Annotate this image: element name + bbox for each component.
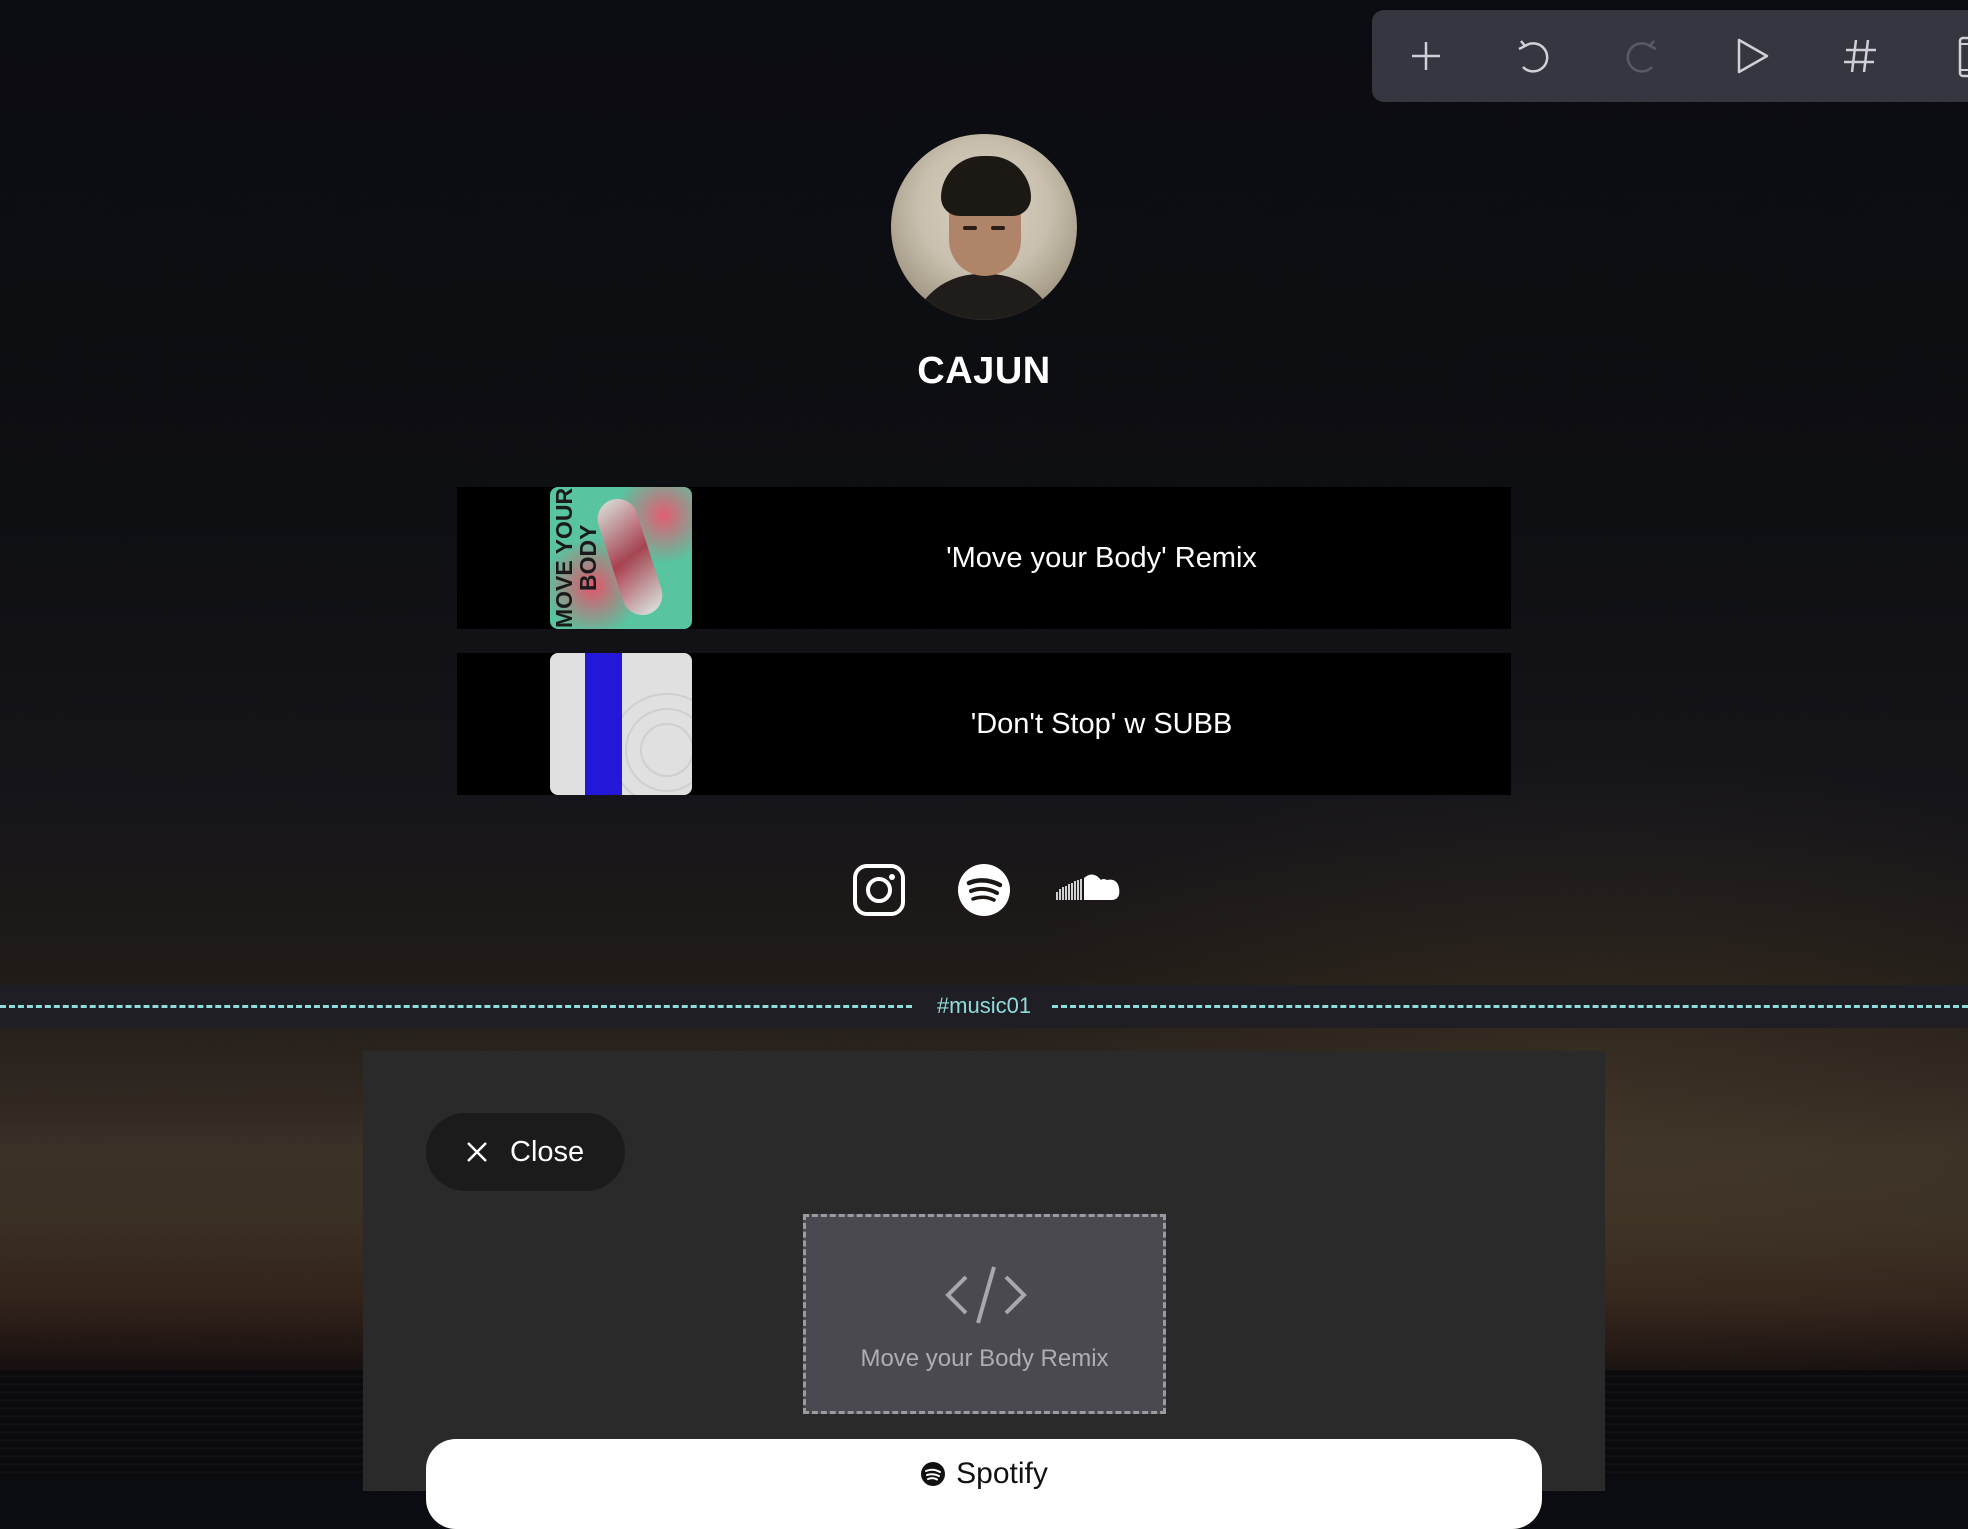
- spotify-button-label: Spotify: [956, 1457, 1048, 1490]
- spotify-icon: [958, 864, 1010, 916]
- spotify-button[interactable]: Spotify: [426, 1439, 1542, 1529]
- link-item-move-your-body[interactable]: MOVE YOUR BODY 'Move your Body' Remix: [457, 487, 1511, 629]
- embed-placeholder[interactable]: Move your Body Remix: [803, 1214, 1166, 1414]
- embed-caption: Move your Body Remix: [860, 1345, 1109, 1372]
- soundcloud-link[interactable]: [1055, 862, 1123, 918]
- device-icon: [1958, 36, 1968, 78]
- code-icon: [945, 1266, 1027, 1324]
- hash-icon: [1844, 39, 1876, 73]
- spotify-icon: [921, 1462, 946, 1486]
- divider-line-right: [1052, 1005, 1968, 1008]
- instagram-icon: [853, 864, 905, 916]
- link-label: 'Don't Stop' w SUBB: [970, 708, 1233, 740]
- redo-icon: [1626, 40, 1657, 73]
- soundcloud-icon: [1056, 874, 1120, 900]
- section-divider: #music01: [0, 985, 1968, 1028]
- link-label: 'Move your Body' Remix: [946, 542, 1257, 574]
- dont-stop-cover: [550, 653, 692, 795]
- plus-icon: [1412, 42, 1440, 70]
- undo-button[interactable]: [1509, 32, 1557, 80]
- device-button[interactable]: [1944, 32, 1968, 80]
- play-icon: [1737, 38, 1769, 74]
- undo-icon: [1518, 40, 1549, 73]
- instagram-link[interactable]: [851, 862, 907, 918]
- preview-button[interactable]: [1727, 32, 1775, 80]
- move-your-body-cover: MOVE YOUR BODY: [550, 487, 692, 629]
- music-section-panel: Close Move your Body Remix Spotify: [363, 1051, 1605, 1529]
- close-icon: [467, 1142, 487, 1162]
- avatar: [891, 134, 1077, 320]
- redo-button[interactable]: [1618, 32, 1666, 80]
- close-button[interactable]: Close: [426, 1113, 625, 1191]
- editor-toolbar: [1372, 10, 1968, 102]
- link-item-dont-stop[interactable]: 'Don't Stop' w SUBB: [457, 653, 1511, 795]
- add-button[interactable]: [1402, 32, 1450, 80]
- sections-button[interactable]: [1836, 32, 1884, 80]
- close-label: Close: [510, 1135, 585, 1168]
- spotify-link[interactable]: [956, 862, 1012, 918]
- profile-name: CAJUN: [917, 350, 1051, 392]
